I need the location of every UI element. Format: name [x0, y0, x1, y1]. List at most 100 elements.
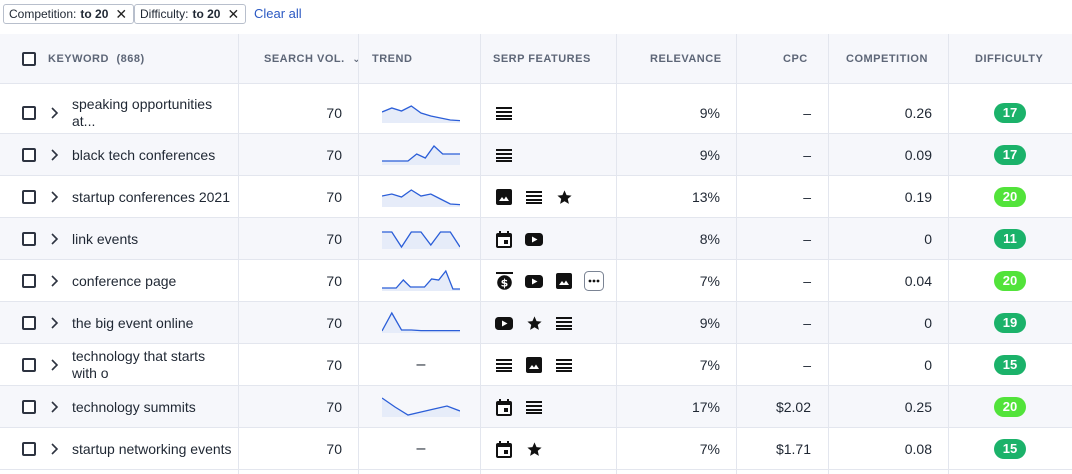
star-icon[interactable] — [524, 313, 544, 333]
competition: 0.19 — [904, 189, 932, 205]
table-row[interactable]: startup conferences 2021 70 13% – 0.19 20 — [0, 176, 1072, 218]
keyword-link[interactable]: the big event online — [72, 302, 232, 344]
list-icon[interactable] — [494, 355, 514, 375]
select-all-checkbox[interactable] — [22, 52, 36, 66]
cpc: – — [803, 147, 811, 163]
header-keyword[interactable]: KEYWORD (868) — [48, 34, 145, 84]
trend-empty: – — [416, 356, 426, 373]
chevron-right-icon[interactable] — [50, 400, 60, 414]
video-icon[interactable] — [524, 271, 544, 291]
svg-text:$: $ — [500, 277, 508, 290]
trend-sparkline — [381, 395, 461, 419]
competition: 0 — [924, 357, 932, 373]
search-volume: 70 — [326, 399, 342, 415]
header-search-volume[interactable]: SEARCH VOL. ⌄ — [264, 34, 361, 84]
trend-sparkline — [382, 143, 460, 167]
relevance: 17% — [691, 399, 720, 415]
competition: 0.26 — [904, 105, 932, 121]
list-icon[interactable] — [524, 397, 544, 417]
keyword-link[interactable]: speaking opportunities at... — [72, 92, 232, 134]
star-icon[interactable] — [524, 439, 544, 459]
close-icon[interactable]: ✕ — [115, 5, 127, 23]
serp-features — [494, 92, 514, 134]
row-checkbox[interactable] — [22, 232, 36, 246]
keyword-link[interactable]: technology that starts with o — [72, 344, 232, 386]
header-serp-features[interactable]: SERP FEATURES — [493, 34, 591, 84]
calendar-icon[interactable] — [494, 397, 514, 417]
chevron-right-icon[interactable] — [50, 316, 60, 330]
chevron-right-icon[interactable] — [50, 232, 60, 246]
filter-chip-competition[interactable]: Competition: to 20 ✕ — [3, 4, 135, 24]
cpc: $2.02 — [775, 399, 811, 415]
filter-chip-difficulty[interactable]: Difficulty: to 20 ✕ — [134, 4, 247, 24]
header-trend[interactable]: TREND — [372, 34, 412, 84]
table-row[interactable]: the big event online 70 9% – 0 19 — [0, 302, 1072, 344]
row-checkbox[interactable] — [22, 190, 36, 204]
list-icon[interactable] — [524, 187, 544, 207]
header-difficulty[interactable]: DIFFICULTY — [975, 34, 1043, 84]
competition: 0.04 — [904, 273, 932, 289]
more-icon[interactable] — [584, 271, 604, 291]
keyword-link[interactable]: startup networking events — [72, 428, 232, 470]
chevron-right-icon[interactable] — [50, 358, 60, 372]
table-row[interactable]: speaking opportunities at... 70 9% – 0.26 17 — [0, 92, 1072, 134]
column-divider — [736, 34, 737, 474]
image-icon[interactable] — [524, 355, 544, 375]
chevron-right-icon[interactable] — [50, 106, 60, 120]
trend-empty: – — [416, 440, 426, 457]
video-icon[interactable] — [494, 313, 514, 333]
keyword-link[interactable]: startup conferences 2021 — [72, 176, 232, 218]
list-icon[interactable] — [554, 313, 574, 333]
search-volume: 70 — [326, 315, 342, 331]
header-cpc[interactable]: CPC — [783, 34, 808, 84]
keyword-link[interactable]: black tech conferences — [72, 134, 232, 176]
image-icon[interactable] — [554, 271, 574, 291]
competition: 0 — [924, 231, 932, 247]
keyword-link[interactable]: technology summits — [72, 386, 232, 428]
table-header: KEYWORD (868) SEARCH VOL. ⌄ TREND SERP F… — [0, 34, 1072, 84]
table-row[interactable]: conference page 70 $7% – 0.04 20 — [0, 260, 1072, 302]
keyword-link[interactable]: link events — [72, 218, 232, 260]
list-icon[interactable] — [494, 103, 514, 123]
list-icon[interactable] — [554, 355, 574, 375]
keyword-link[interactable]: conference page — [72, 260, 232, 302]
chevron-right-icon[interactable] — [50, 148, 60, 162]
star-icon[interactable] — [554, 187, 574, 207]
row-checkbox[interactable] — [22, 148, 36, 162]
search-volume: 70 — [326, 231, 342, 247]
header-competition[interactable]: COMPETITION — [846, 34, 928, 84]
table-row[interactable]: black tech conferences 70 9% – 0.09 17 — [0, 134, 1072, 176]
header-relevance[interactable]: RELEVANCE — [650, 34, 722, 84]
table-row[interactable]: technology that starts with o 70 – 7% – 0 15 — [0, 344, 1072, 386]
dollar-icon[interactable]: $ — [494, 271, 514, 291]
row-checkbox[interactable] — [22, 358, 36, 372]
sort-chevron-down-icon[interactable]: ⌄ — [352, 54, 361, 65]
table-row[interactable]: startup networking events 70 – 7% $1.71 0.08 1… — [0, 428, 1072, 470]
calendar-icon[interactable] — [494, 439, 514, 459]
list-icon[interactable] — [494, 145, 514, 165]
row-checkbox[interactable] — [22, 400, 36, 414]
search-volume: 70 — [326, 441, 342, 457]
table-row[interactable]: technology summits 70 17% $2.02 0.25 20 — [0, 386, 1072, 428]
row-checkbox[interactable] — [22, 316, 36, 330]
close-icon[interactable]: ✕ — [227, 5, 239, 23]
difficulty-badge: 20 — [994, 397, 1026, 417]
difficulty-badge: 15 — [994, 439, 1026, 459]
trend-sparkline — [382, 269, 460, 293]
serp-features — [494, 176, 574, 218]
chevron-right-icon[interactable] — [50, 190, 60, 204]
row-checkbox[interactable] — [22, 106, 36, 120]
clear-all-link[interactable]: Clear all — [254, 6, 302, 21]
cpc: – — [803, 105, 811, 121]
video-icon[interactable] — [524, 229, 544, 249]
image-icon[interactable] — [494, 187, 514, 207]
calendar-icon[interactable] — [494, 229, 514, 249]
column-divider — [948, 34, 949, 474]
chevron-right-icon[interactable] — [50, 442, 60, 456]
chevron-right-icon[interactable] — [50, 274, 60, 288]
row-checkbox[interactable] — [22, 274, 36, 288]
table-row[interactable]: link events 70 8% – 0 11 — [0, 218, 1072, 260]
row-checkbox[interactable] — [22, 442, 36, 456]
difficulty-badge: 17 — [994, 103, 1026, 123]
search-volume: 70 — [326, 105, 342, 121]
